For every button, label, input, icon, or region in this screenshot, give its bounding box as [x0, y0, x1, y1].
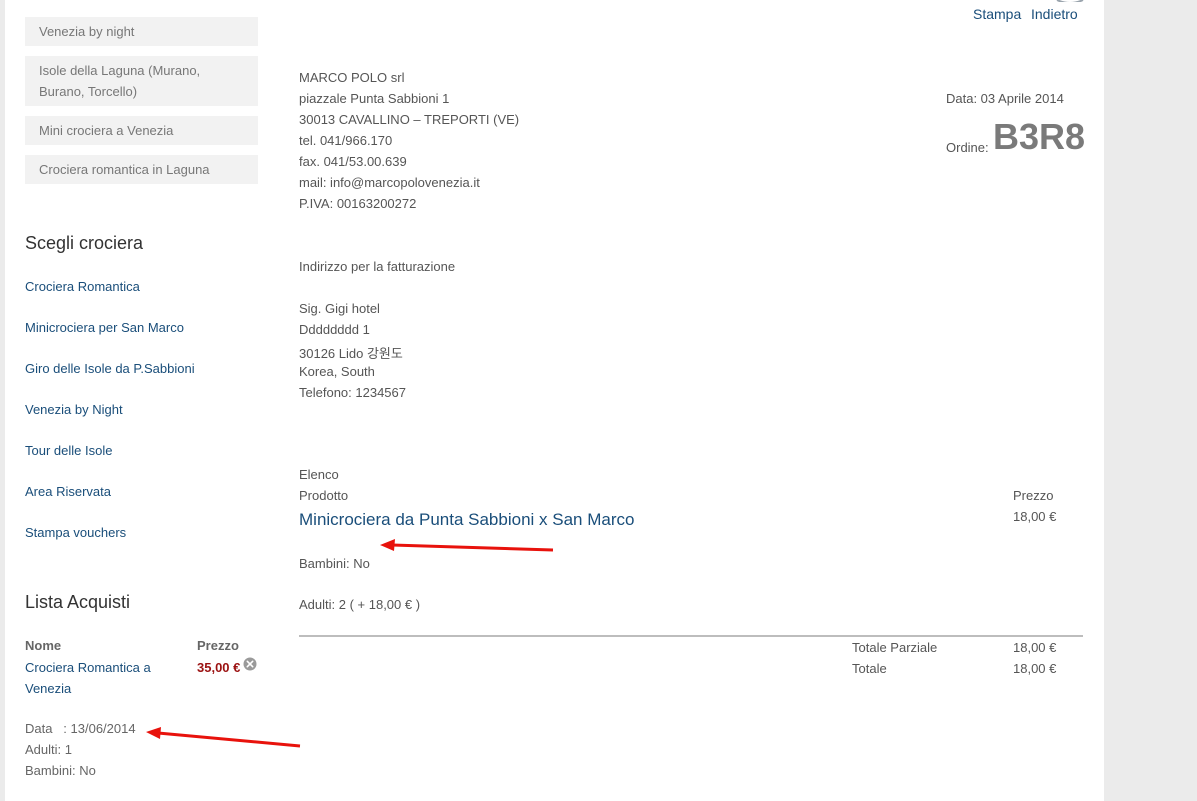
total-value: 18,00 €: [1013, 661, 1057, 676]
items-list-label: Elenco: [299, 467, 339, 482]
sidebar-tour-crociera-romantica[interactable]: Crociera romantica in Laguna: [25, 155, 258, 184]
order-code: B3R8: [993, 116, 1086, 157]
billing-country: Korea, South: [299, 364, 375, 379]
cruise-link-stampa-vouchers[interactable]: Stampa vouchers: [25, 525, 126, 540]
cart-item-date: Data : 13/06/2014: [25, 721, 136, 736]
total-label: Totale: [852, 661, 887, 676]
cruise-link-venezia-by-night[interactable]: Venezia by Night: [25, 402, 123, 417]
company-street: piazzale Punta Sabbioni 1: [299, 91, 450, 106]
cart-item-name[interactable]: Crociera Romantica a Venezia: [25, 657, 165, 699]
subtotal-value: 18,00 €: [1013, 640, 1057, 655]
cart-item-adults: Adulti: 1: [25, 742, 72, 757]
product-link[interactable]: Minicrociera da Punta Sabbioni x San Mar…: [299, 510, 634, 530]
sidebar-tour-venezia-by-night[interactable]: Venezia by night: [25, 17, 258, 46]
back-link[interactable]: Indietro: [1031, 6, 1078, 22]
cruise-link-minicrociera[interactable]: Minicrociera per San Marco: [25, 320, 184, 335]
items-col-price: Prezzo: [1013, 488, 1054, 503]
choose-cruise-heading: Scegli crociera: [25, 233, 144, 253]
billing-name: Sig. Gigi hotel: [299, 301, 380, 316]
cart-heading: Lista Acquisti: [25, 592, 131, 612]
cruise-link-romantica[interactable]: Crociera Romantica: [25, 279, 140, 294]
order-label: Ordine:: [946, 140, 989, 155]
cart-item-price: 35,00 €: [197, 660, 241, 675]
cart-col-price: Prezzo: [197, 638, 239, 653]
sidebar-tour-mini-crociera[interactable]: Mini crociera a Venezia: [25, 116, 258, 145]
product-adults: Adulti: 2 ( + 18,00 € ): [299, 597, 421, 612]
cart-col-name: Nome: [25, 638, 62, 653]
billing-heading: Indirizzo per la fatturazione: [299, 259, 456, 274]
billing-city: 30126 Lido 강원도: [299, 346, 403, 361]
logo-fragment-icon: [1056, 0, 1084, 2]
billing-street: Dddddddd 1: [299, 322, 370, 337]
order-date: Data: 03 Aprile 2014: [946, 91, 1064, 106]
cruise-link-area-riservata[interactable]: Area Riservata: [25, 484, 111, 499]
print-link[interactable]: Stampa: [973, 6, 1021, 22]
company-name: MARCO POLO srl: [299, 70, 405, 85]
cruise-link-tour-isole[interactable]: Tour delle Isole: [25, 443, 112, 458]
sidebar-tour-isole-laguna[interactable]: Isole della Laguna (Murano, Burano, Torc…: [25, 56, 258, 106]
remove-item-icon[interactable]: [243, 657, 257, 671]
page-content: Venezia by night Isole della Laguna (Mur…: [5, 0, 1104, 801]
cruise-link-giro-isole[interactable]: Giro delle Isole da P.Sabbioni: [25, 361, 195, 376]
company-fax: fax. 041/53.00.639: [299, 154, 407, 169]
subtotal-label: Totale Parziale: [852, 640, 938, 655]
totals-divider: [299, 635, 1083, 637]
company-tel: tel. 041/966.170: [299, 133, 393, 148]
items-col-product: Prodotto: [299, 488, 349, 503]
company-vat: P.IVA: 00163200272: [299, 196, 417, 211]
company-city: 30013 CAVALLINO – TREPORTI (VE): [299, 112, 520, 127]
billing-phone: Telefono: 1234567: [299, 385, 406, 400]
cart-item-children: Bambini: No: [25, 763, 96, 778]
company-mail: mail: info@marcopolovenezia.it: [299, 175, 480, 190]
product-price: 18,00 €: [1013, 509, 1057, 524]
product-children: Bambini: No: [299, 556, 370, 571]
